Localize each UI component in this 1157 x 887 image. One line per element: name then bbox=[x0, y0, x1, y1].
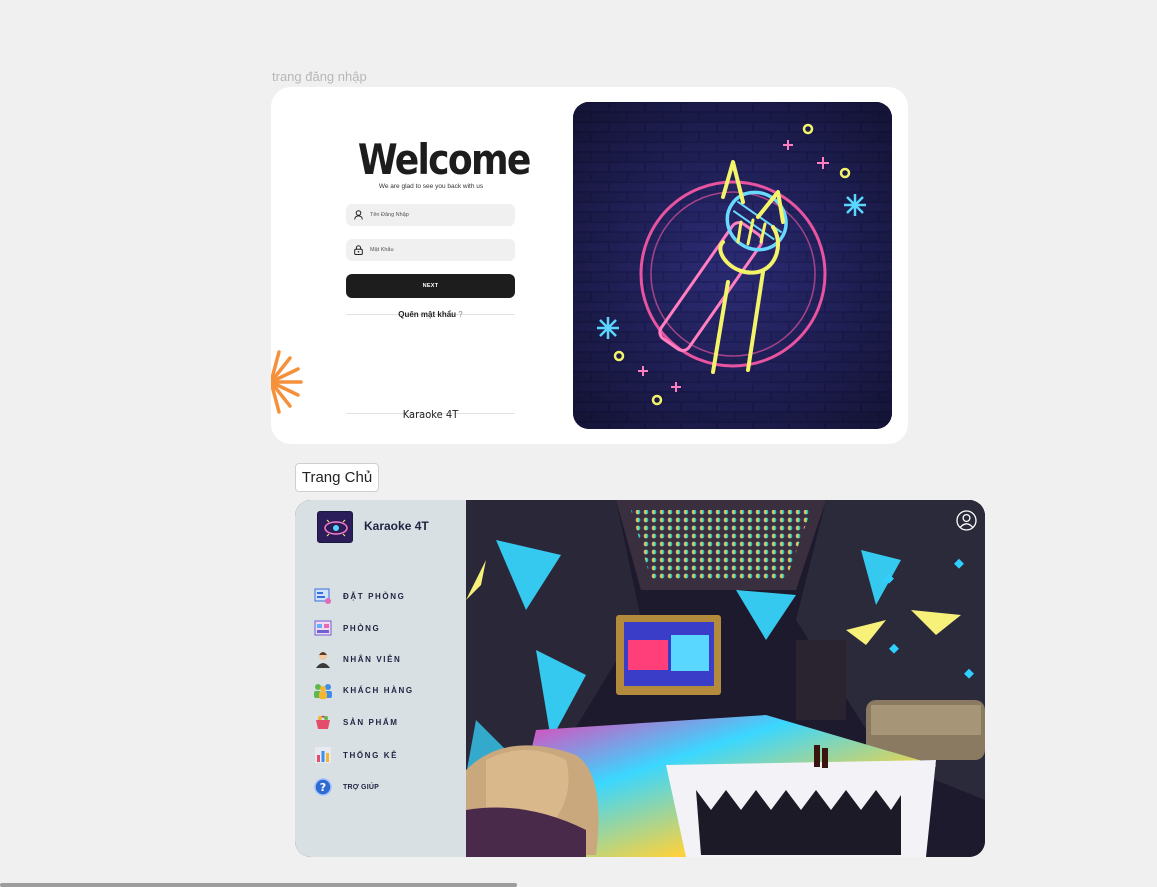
forgot-password-label: Quên mật khẩu bbox=[398, 310, 457, 319]
svg-text:?: ? bbox=[320, 781, 326, 794]
sidebar-item-dat-phong[interactable]: ĐẶT PHÒNG bbox=[313, 586, 405, 606]
home-frame-label: Trang Chủ bbox=[295, 463, 379, 492]
username-placeholder: Tên Đăng Nhập bbox=[370, 212, 409, 218]
sidebar-brand: Karaoke 4T bbox=[364, 519, 429, 533]
sidebar-item-label: NHÂN VIÊN bbox=[343, 654, 402, 664]
home-card: Karaoke 4T ĐẶT PHÒNG PHÒNG NHÂN VIÊN KHÁ… bbox=[295, 500, 985, 857]
sidebar-item-label: THỐNG KÊ bbox=[343, 750, 399, 760]
welcome-subtitle: We are glad to see you back with us bbox=[378, 183, 484, 190]
sunburst-decoration-icon bbox=[271, 350, 303, 414]
staff-icon bbox=[313, 649, 333, 669]
booking-icon bbox=[313, 586, 333, 606]
user-icon bbox=[353, 210, 364, 221]
horizontal-scrollbar[interactable] bbox=[0, 883, 517, 887]
sidebar-item-label: SẢN PHẨM bbox=[343, 717, 399, 727]
sidebar-item-phong[interactable]: PHÒNG bbox=[313, 618, 380, 638]
sidebar-item-tro-giup[interactable]: ? TRỢ GIÚP bbox=[313, 777, 379, 797]
brand-footer: Karaoke 4T bbox=[402, 408, 459, 421]
sidebar-item-label: ĐẶT PHÒNG bbox=[343, 591, 406, 601]
question-mark: ? bbox=[458, 310, 463, 319]
lock-icon bbox=[353, 245, 364, 256]
sidebar-item-nhan-vien[interactable]: NHÂN VIÊN bbox=[313, 649, 401, 669]
help-icon: ? bbox=[313, 777, 333, 797]
welcome-heading: Welcome bbox=[357, 135, 531, 184]
sidebar-item-san-pham[interactable]: SẢN PHẨM bbox=[313, 712, 398, 732]
login-frame-label: trang đăng nhập bbox=[272, 69, 367, 84]
sidebar-item-label: PHÒNG bbox=[343, 623, 381, 633]
sidebar-item-label: TRỢ GIÚP bbox=[343, 783, 379, 791]
forgot-password-link[interactable]: Quên mật khẩu ? bbox=[346, 310, 515, 319]
login-card: Welcome We are glad to see you back with… bbox=[271, 87, 908, 444]
password-placeholder: Mật Khẩu bbox=[370, 247, 394, 253]
sidebar-item-label: KHÁCH HÀNG bbox=[343, 685, 414, 695]
customers-icon bbox=[313, 680, 333, 700]
neon-microphone-illustration bbox=[573, 102, 892, 429]
sidebar-item-thong-ke[interactable]: THỐNG KÊ bbox=[313, 745, 398, 765]
karaoke-room-photo bbox=[466, 500, 985, 857]
sidebar-item-khach-hang[interactable]: KHÁCH HÀNG bbox=[313, 680, 414, 700]
next-button[interactable]: NEXT bbox=[346, 274, 515, 298]
room-icon bbox=[313, 618, 333, 638]
products-icon bbox=[313, 712, 333, 732]
username-field[interactable]: Tên Đăng Nhập bbox=[346, 204, 515, 226]
sidebar: Karaoke 4T ĐẶT PHÒNG PHÒNG NHÂN VIÊN KHÁ… bbox=[295, 500, 466, 857]
user-avatar-icon[interactable] bbox=[956, 510, 977, 531]
password-field[interactable]: Mật Khẩu bbox=[346, 239, 515, 261]
app-logo bbox=[317, 511, 353, 543]
statistics-icon bbox=[313, 745, 333, 765]
